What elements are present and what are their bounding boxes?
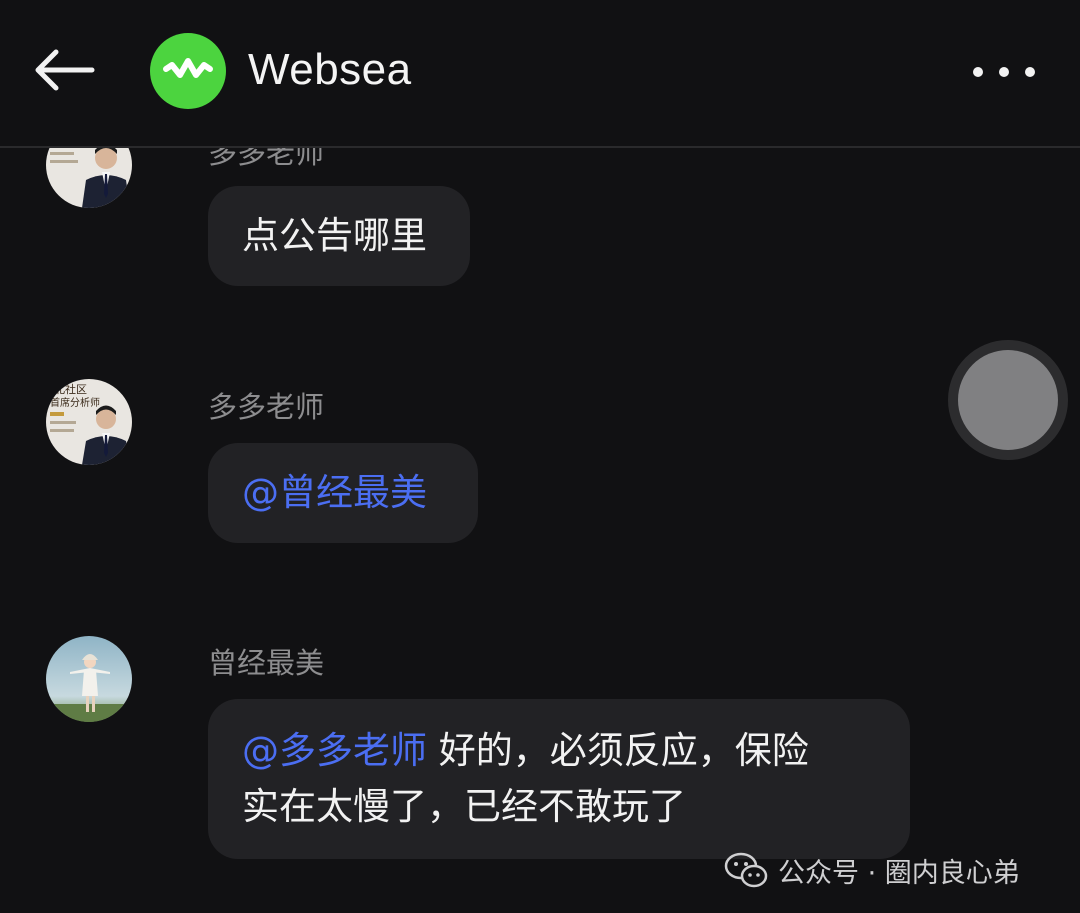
app-header: Websea <box>0 0 1080 148</box>
floating-action-button[interactable] <box>948 340 1068 460</box>
sender-name: 曾经最美 <box>208 646 325 680</box>
svg-text:首席分析师: 首席分析师 <box>50 396 100 409</box>
svg-text:北社区: 北社区 <box>54 382 87 396</box>
websea-logo <box>150 33 226 109</box>
wechat-icon <box>724 852 768 888</box>
message-bubble[interactable]: 点公告哪里 <box>208 186 470 286</box>
more-horizontal-icon <box>973 67 1035 77</box>
more-button[interactable] <box>966 58 1042 86</box>
avatar[interactable] <box>46 636 132 722</box>
message-line: @多多老师 好的，必须反应，保险 <box>242 723 876 779</box>
watermark-text: 公众号 · 圈内良心弟 <box>778 857 1020 889</box>
message-line: 实在太慢了，已经不敢玩了 <box>242 785 686 828</box>
page-title: Websea <box>248 45 412 94</box>
message-text: 好的，必须反应，保险 <box>427 729 809 772</box>
floating-button-core <box>958 350 1058 450</box>
arrow-left-icon <box>35 49 95 91</box>
message-bubble[interactable]: @曾经最美 <box>208 443 478 543</box>
watermark: 公众号 · 圈内良心弟 <box>724 848 1020 892</box>
mention-link[interactable]: @曾经最美 <box>242 471 427 514</box>
sender-name: 多多老师 <box>208 390 325 424</box>
mention-link[interactable]: @多多老师 <box>242 729 427 772</box>
back-button[interactable] <box>30 46 96 94</box>
message-bubble[interactable]: @多多老师 好的，必须反应，保险 实在太慢了，已经不敢玩了 <box>208 699 910 859</box>
avatar[interactable]: 北社区 首席分析师 <box>46 379 132 465</box>
message-text: 点公告哪里 <box>242 214 427 257</box>
